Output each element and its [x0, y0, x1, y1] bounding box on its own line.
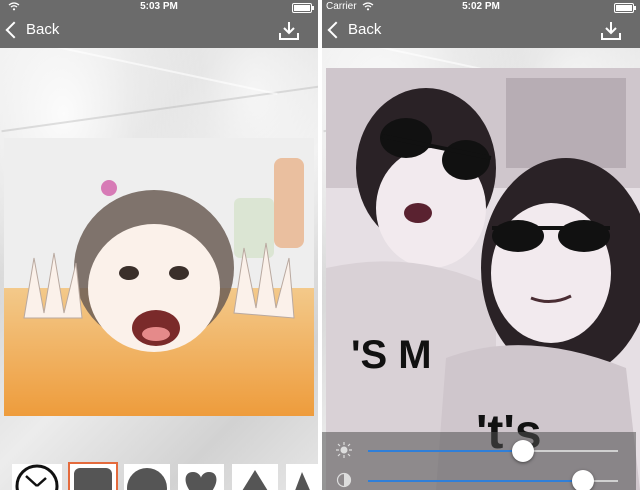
status-time: 5:03 PM: [140, 1, 178, 12]
brightness-slider-knob[interactable]: [512, 440, 534, 462]
left-screen: 5:03 PM Back: [0, 0, 318, 490]
sun-icon: [336, 442, 352, 458]
back-button[interactable]: Back: [327, 21, 382, 39]
sketch-photo-child: [4, 138, 314, 416]
contrast-slider-track[interactable]: [368, 480, 583, 482]
nav-bar: Back: [0, 14, 318, 48]
battery-icon: [292, 3, 314, 13]
brightness-slider-rest: [523, 450, 618, 452]
status-time: 5:02 PM: [462, 1, 500, 12]
shape-thumb-triangle[interactable]: [232, 464, 278, 490]
back-label: Back: [26, 21, 60, 38]
adjustment-panel: [322, 432, 636, 490]
contrast-slider-knob[interactable]: [572, 470, 594, 490]
shape-thumb-partial[interactable]: [286, 464, 318, 490]
shape-thumb-square[interactable]: [68, 462, 118, 490]
status-bar: Carrier 5:02 PM: [322, 0, 640, 14]
chevron-left-icon: [5, 21, 23, 39]
shape-thumb-heart[interactable]: [178, 464, 224, 490]
svg-text:'S M: 'S M: [351, 333, 432, 377]
status-bar: 5:03 PM: [0, 0, 318, 14]
contrast-icon: [336, 472, 352, 488]
chevron-left-icon: [327, 21, 345, 39]
shape-thumb-clock[interactable]: [12, 464, 62, 490]
shape-picker: [0, 458, 318, 490]
shape-thumb-circle[interactable]: [124, 464, 170, 490]
back-button[interactable]: Back: [5, 21, 60, 39]
right-screen: Carrier 5:02 PM Back 'S M: [322, 0, 640, 490]
back-label: Back: [348, 21, 382, 38]
battery-icon: [614, 3, 636, 13]
brightness-slider-track[interactable]: [368, 450, 523, 452]
download-icon[interactable]: [278, 21, 300, 41]
comic-photo-couple: 'S M 't's: [326, 68, 640, 490]
download-icon[interactable]: [600, 21, 622, 41]
nav-bar: Back: [322, 14, 640, 48]
